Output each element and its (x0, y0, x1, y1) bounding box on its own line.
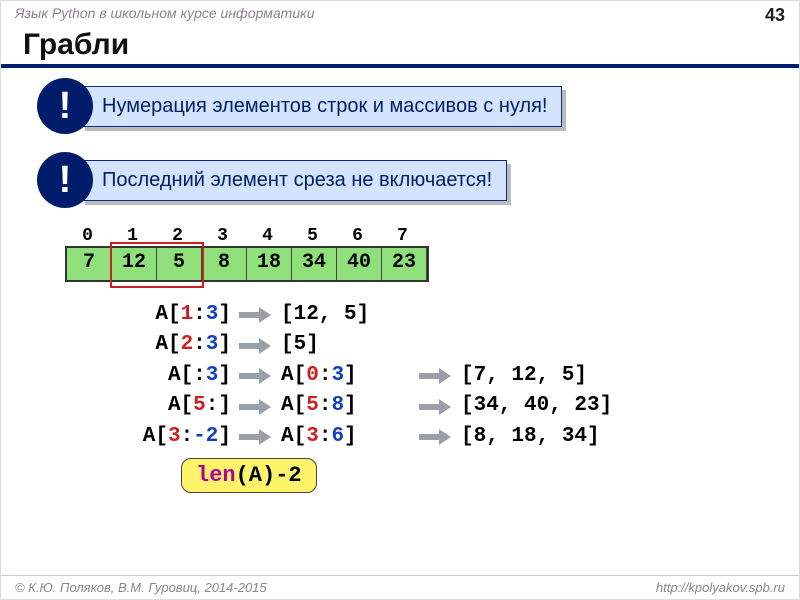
example-row: A[:3] A[0:3] [7, 12, 5] (101, 361, 799, 391)
exclamation-icon: ! (37, 152, 93, 208)
index-cell: 2 (155, 226, 200, 246)
array-diagram: 0 1 2 3 4 5 6 7 7 12 5 8 18 34 40 23 (65, 226, 799, 282)
result: [34, 40, 23] (461, 391, 612, 421)
len-fn: len (196, 463, 236, 488)
arrow-icon (239, 339, 273, 353)
array-cell: 40 (337, 248, 382, 280)
example-row: A[5:] A[5:8] [34, 40, 23] (101, 391, 799, 421)
page-number: 43 (765, 5, 785, 26)
footer-link: http://kpolyakov.spb.ru (656, 580, 785, 595)
index-cell: 0 (65, 226, 110, 246)
len-arg: (A)-2 (236, 463, 302, 488)
arrow-icon (239, 369, 273, 383)
example-row: A[1:3] [12, 5] (101, 300, 799, 330)
array-cell: 8 (202, 248, 247, 280)
callout-2: ! Последний элемент среза не включается! (37, 152, 799, 208)
callout-text: Последний элемент среза не включается! (81, 160, 507, 201)
example-row: A[2:3] [5] (101, 330, 799, 360)
array-cell: 12 (112, 248, 157, 280)
arrow-icon (419, 400, 453, 414)
index-cell: 7 (380, 226, 425, 246)
course-name: Язык Python в школьном курсе информатики (15, 5, 315, 26)
arrow-icon (419, 369, 453, 383)
slide: Язык Python в школьном курсе информатики… (0, 0, 800, 600)
array-row: 7 12 5 8 18 34 40 23 (65, 246, 429, 282)
index-cell: 1 (110, 226, 155, 246)
callout-1: ! Нумерация элементов строк и массивов с… (37, 78, 799, 134)
array-cell: 18 (247, 248, 292, 280)
footer: © К.Ю. Поляков, В.М. Гуровиц, 2014-2015 … (1, 575, 799, 599)
callout-text: Нумерация элементов строк и массивов с н… (81, 86, 562, 127)
index-cell: 5 (290, 226, 335, 246)
len-bubble: len(A)-2 (181, 458, 317, 493)
arrow-icon (239, 308, 273, 322)
page-title: Грабли (1, 28, 799, 68)
slice-examples: A[1:3] [12, 5] A[2:3] [5] A[:3] A[0:3] [… (101, 300, 799, 452)
array-cell: 34 (292, 248, 337, 280)
index-cell: 4 (245, 226, 290, 246)
exclamation-icon: ! (37, 78, 93, 134)
example-row: A[3:-2] A[3:6] [8, 18, 34] (101, 422, 799, 452)
array-cell: 5 (157, 248, 202, 280)
index-cell: 3 (200, 226, 245, 246)
array-cell: 23 (382, 248, 427, 280)
header: Язык Python в школьном курсе информатики… (1, 1, 799, 28)
index-row: 0 1 2 3 4 5 6 7 (65, 226, 799, 246)
result: [8, 18, 34] (461, 422, 600, 452)
result: [12, 5] (281, 300, 411, 330)
arrow-icon (239, 430, 273, 444)
result: [5] (281, 330, 411, 360)
array-cell: 7 (67, 248, 112, 280)
index-cell: 6 (335, 226, 380, 246)
arrow-icon (239, 400, 273, 414)
arrow-icon (419, 430, 453, 444)
copyright: © К.Ю. Поляков, В.М. Гуровиц, 2014-2015 (15, 580, 267, 595)
result: [7, 12, 5] (461, 361, 587, 391)
